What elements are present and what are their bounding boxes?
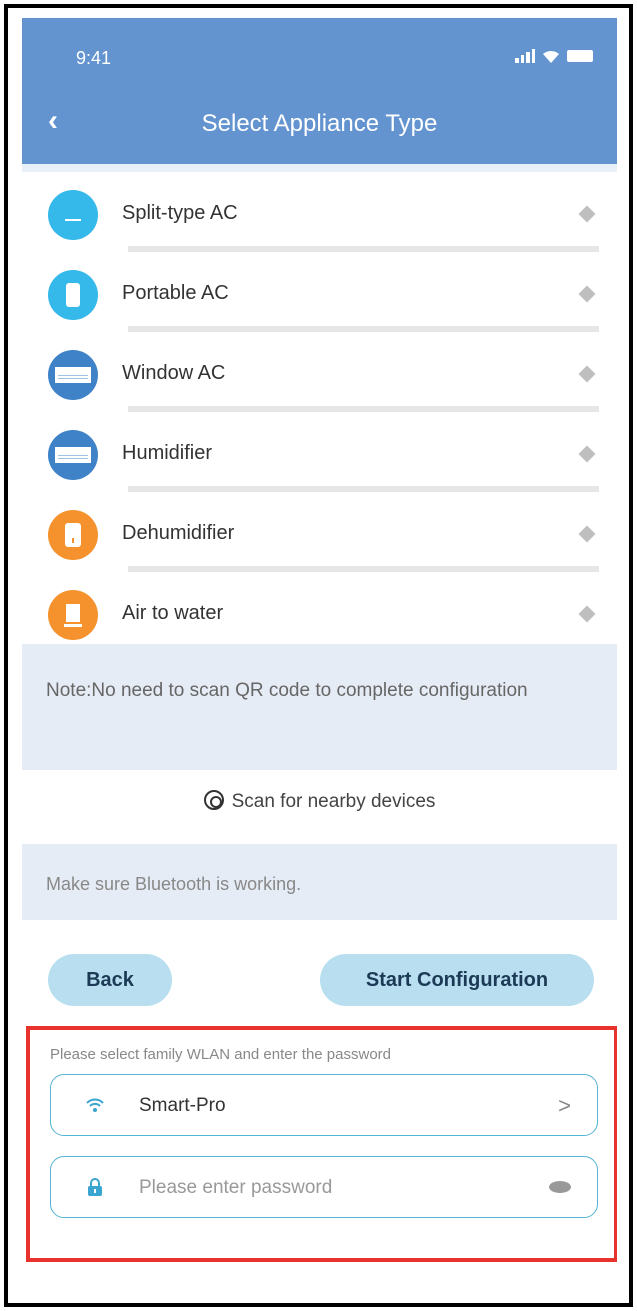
- list-item-dehumidifier[interactable]: Dehumidifier: [22, 492, 617, 572]
- scan-label: Scan for nearby devices: [231, 791, 436, 812]
- window-ac-icon: [48, 350, 98, 400]
- divider: [22, 164, 617, 172]
- chevron-right-icon: [578, 365, 596, 383]
- chevron-right-icon: [578, 445, 596, 463]
- wlan-ssid: Smart-Pro: [139, 1095, 226, 1116]
- battery-icon: [567, 50, 593, 62]
- password-input[interactable]: Please enter password: [139, 1177, 332, 1199]
- wlan-section: Please select family WLAN and enter the …: [26, 1026, 617, 1262]
- list-item-split-type-ac[interactable]: Split-type AC: [22, 172, 617, 252]
- app-header: 9:41 ‹ Select Appliance Type: [22, 18, 617, 164]
- list-item-label: Window AC: [122, 362, 226, 384]
- chevron-right-icon: >: [558, 1093, 571, 1118]
- split-ac-icon: [48, 190, 98, 240]
- page-title: Select Appliance Type: [201, 110, 438, 137]
- lock-icon: [88, 1178, 102, 1196]
- status-time: 9:41: [76, 48, 112, 68]
- dehumidifier-icon: [48, 510, 98, 560]
- scan-nearby-devices-button[interactable]: Scan for nearby devices: [22, 790, 617, 813]
- list-item-label: Portable AC: [122, 282, 229, 304]
- password-field[interactable]: Please enter password: [50, 1156, 598, 1218]
- chevron-right-icon: [578, 605, 596, 623]
- scan-icon: [203, 790, 224, 810]
- back-button[interactable]: Back: [48, 954, 172, 1006]
- appliance-list: Split-type AC Portable AC Window AC Humi…: [22, 164, 617, 652]
- start-configuration-button[interactable]: Start Configuration: [320, 954, 594, 1006]
- signal-icon: [515, 49, 535, 63]
- wifi-status-icon: [543, 50, 559, 63]
- chevron-right-icon: [578, 525, 596, 543]
- app-screen: 9:41 ‹ Select Appliance Type Split-type …: [22, 18, 617, 1308]
- wlan-instruction: Please select family WLAN and enter the …: [50, 1046, 391, 1063]
- list-item-portable-ac[interactable]: Portable AC: [22, 252, 617, 332]
- list-item-label: Dehumidifier: [122, 522, 235, 544]
- qr-note: Note:No need to scan QR code to complete…: [22, 644, 617, 770]
- list-item-label: Air to water: [122, 602, 224, 624]
- wifi-icon: [86, 1098, 104, 1112]
- bottom-sheet: Back Start Configuration Please select f…: [22, 920, 617, 1308]
- list-item-air-to-water[interactable]: Air to water: [22, 572, 617, 652]
- list-item-humidifier[interactable]: Humidifier: [22, 412, 617, 492]
- list-item-label: Humidifier: [122, 442, 213, 464]
- chevron-right-icon: [578, 285, 596, 303]
- wlan-select-field[interactable]: Smart-Pro >: [50, 1074, 598, 1136]
- chevron-right-icon: [578, 205, 596, 223]
- air-to-water-icon: [48, 590, 98, 640]
- list-item-label: Split-type AC: [122, 202, 238, 224]
- portable-ac-icon: [48, 270, 98, 320]
- humidifier-icon: [48, 430, 98, 480]
- bluetooth-hint: Make sure Bluetooth is working.: [22, 844, 617, 924]
- screenshot-frame: 9:41 ‹ Select Appliance Type Split-type …: [0, 0, 637, 1311]
- eye-icon[interactable]: [549, 1181, 571, 1193]
- list-item-window-ac[interactable]: Window AC: [22, 332, 617, 412]
- status-icons: [515, 48, 593, 64]
